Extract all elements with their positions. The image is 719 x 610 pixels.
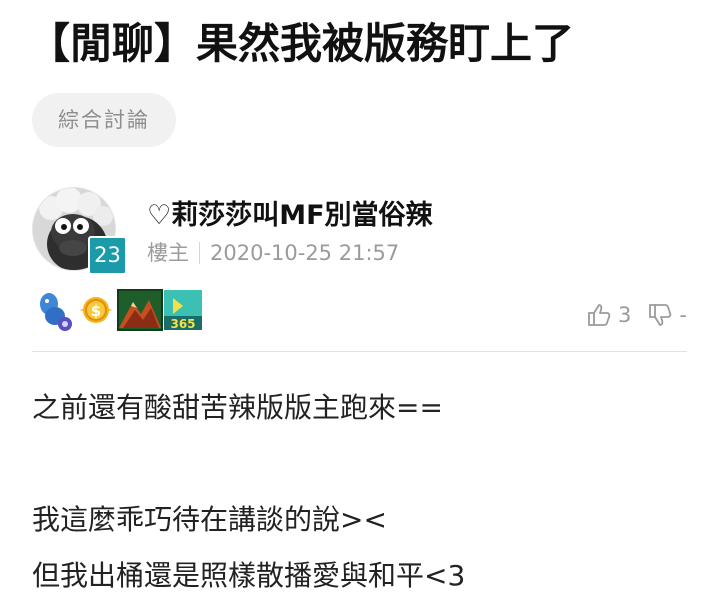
author-role: 樓主 <box>147 241 189 265</box>
meta-divider <box>199 242 200 264</box>
body-line <box>32 436 692 492</box>
like-button[interactable]: 3 <box>586 302 631 328</box>
thumbs-up-icon <box>588 304 611 326</box>
body-line: 之前還有酸甜苦辣版版主跑來== <box>32 391 443 424</box>
365-medal-icon[interactable]: 365 <box>163 288 203 332</box>
divider <box>32 351 687 352</box>
like-count: 3 <box>618 303 632 327</box>
dislike-count: - <box>679 303 687 327</box>
blue-character-medal-icon[interactable] <box>35 288 75 332</box>
gold-coin-medal-icon[interactable]: $ <box>75 288 117 332</box>
author-meta: 樓主 2020-10-25 21:57 <box>147 238 399 268</box>
post-title: 【閒聊】果然我被版務盯上了 <box>28 19 575 68</box>
dislike-button[interactable]: - <box>647 302 687 328</box>
author-avatar[interactable]: 23 <box>32 187 127 277</box>
reaction-bar: 3 - <box>570 298 687 332</box>
body-line: 但我出桶還是照樣散播愛與和平<3 <box>32 559 466 592</box>
post-body: 之前還有酸甜苦辣版版主跑來== 我這麼乖巧待在講談的說>< 但我出桶還是照樣散播… <box>32 380 692 604</box>
mountain-medal-icon[interactable] <box>117 288 163 332</box>
level-badge: 23 <box>88 236 127 275</box>
post-timestamp: 2020-10-25 21:57 <box>210 241 400 265</box>
body-line: 我這麼乖巧待在講談的說>< <box>32 503 387 536</box>
svg-text:$: $ <box>91 302 101 320</box>
board-tag[interactable]: 綜合討論 <box>32 93 176 147</box>
thumbs-down-icon <box>649 304 672 326</box>
author-name[interactable]: ♡莉莎莎叫MF別當俗辣 <box>147 196 433 236</box>
svg-text:365: 365 <box>170 317 195 331</box>
